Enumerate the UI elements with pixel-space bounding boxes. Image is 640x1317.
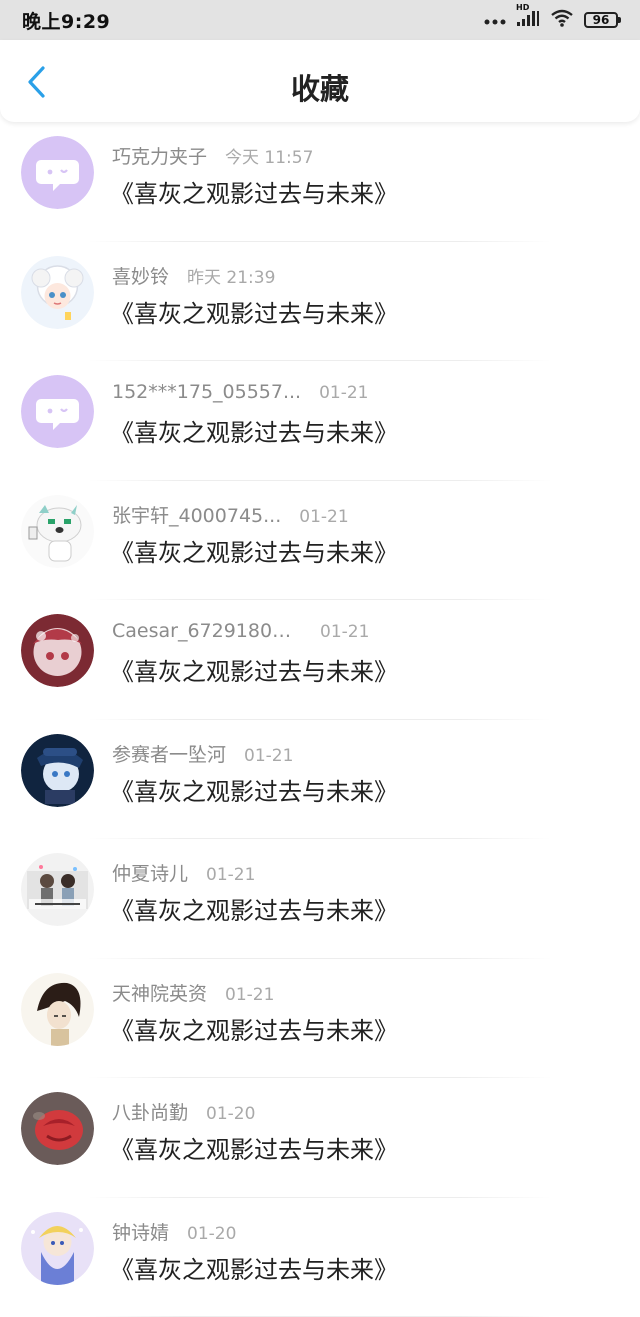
avatar[interactable]	[21, 495, 94, 568]
item-meta: 参赛者一坠河 01-21	[112, 740, 293, 767]
list-item[interactable]: 张宇轩_4000745... 01-21 《喜灰之观影过去与未来》	[0, 481, 640, 601]
username[interactable]: 八卦尚勤	[112, 1098, 188, 1125]
book-title-link[interactable]: 《喜灰之观影过去与未来》	[110, 174, 398, 209]
page-title: 收藏	[0, 66, 640, 108]
list-item[interactable]: 巧克力夹子今天 11:57 《喜灰之观影过去与未来》	[0, 122, 640, 242]
list-item[interactable]: Caesar_67291807... 01-21 《喜灰之观影过去与未来》	[0, 600, 640, 720]
book-title-link[interactable]: 《喜灰之观影过去与未来》	[110, 891, 398, 926]
item-meta: 八卦尚勤 01-20	[112, 1098, 255, 1125]
network-type: HD	[516, 3, 529, 12]
timestamp: 01-21	[225, 985, 274, 1005]
timestamp: 01-21	[206, 865, 255, 885]
timestamp: 昨天 21:39	[187, 263, 275, 288]
book-title-link[interactable]: 《喜灰之观影过去与未来》	[110, 413, 398, 448]
list-item[interactable]: 152***175_05557... 01-21 《喜灰之观影过去与未来》	[0, 361, 640, 481]
wifi-icon	[550, 9, 574, 31]
timestamp: 01-21	[244, 746, 293, 766]
avatar[interactable]	[21, 973, 94, 1046]
username[interactable]: 参赛者一坠河	[112, 740, 226, 767]
header-bar: 收藏	[0, 40, 640, 122]
list-item[interactable]: 喜妙铃昨天 21:39 《喜灰之观影过去与未来》	[0, 242, 640, 362]
username[interactable]: 巧克力夹子	[112, 142, 207, 169]
item-meta: 钟诗婧 01-20	[112, 1218, 236, 1245]
status-icons: HD 96	[484, 9, 618, 31]
avatar[interactable]	[21, 136, 94, 209]
timestamp: 01-21	[299, 507, 348, 527]
username[interactable]: 喜妙铃	[112, 262, 169, 289]
avatar[interactable]	[21, 734, 94, 807]
book-title-link[interactable]: 《喜灰之观影过去与未来》	[110, 1011, 398, 1046]
avatar[interactable]	[21, 256, 94, 329]
book-title-link[interactable]: 《喜灰之观影过去与未来》	[110, 1130, 398, 1165]
avatar[interactable]	[21, 1212, 94, 1285]
status-bar: 晚上9:29 HD 96	[0, 0, 640, 40]
username[interactable]: Caesar_67291807...	[112, 620, 302, 642]
item-meta: 张宇轩_4000745... 01-21	[112, 501, 349, 528]
username[interactable]: 张宇轩_4000745...	[112, 501, 281, 528]
list-item[interactable]: 八卦尚勤 01-20 《喜灰之观影过去与未来》	[0, 1078, 640, 1198]
list-item[interactable]: 仲夏诗儿 01-21 《喜灰之观影过去与未来》	[0, 839, 640, 959]
item-meta: 巧克力夹子今天 11:57	[112, 142, 313, 169]
item-meta: 喜妙铃昨天 21:39	[112, 262, 275, 289]
username[interactable]: 152***175_05557...	[112, 381, 301, 403]
timestamp: 01-21	[320, 622, 369, 642]
username[interactable]: 仲夏诗儿	[112, 859, 188, 886]
timestamp: 01-20	[206, 1104, 255, 1124]
favorites-list: 巧克力夹子今天 11:57《喜灰之观影过去与未来》喜妙铃昨天 21:39《喜灰之…	[0, 122, 640, 1317]
timestamp: 今天 11:57	[225, 143, 313, 168]
timestamp: 01-20	[187, 1224, 236, 1244]
book-title-link[interactable]: 《喜灰之观影过去与未来》	[110, 294, 398, 329]
avatar[interactable]	[21, 614, 94, 687]
username[interactable]: 天神院英资	[112, 979, 207, 1006]
book-title-link[interactable]: 《喜灰之观影过去与未来》	[110, 533, 398, 568]
avatar[interactable]	[21, 375, 94, 448]
status-time: 晚上9:29	[22, 7, 110, 34]
username[interactable]: 钟诗婧	[112, 1218, 169, 1245]
book-title-link[interactable]: 《喜灰之观影过去与未来》	[110, 1250, 398, 1285]
book-title-link[interactable]: 《喜灰之观影过去与未来》	[110, 652, 398, 687]
item-meta: 152***175_05557... 01-21	[112, 381, 369, 403]
item-meta: Caesar_67291807... 01-21	[112, 620, 369, 642]
timestamp: 01-21	[319, 383, 368, 403]
list-item[interactable]: 天神院英资 01-21 《喜灰之观影过去与未来》	[0, 959, 640, 1079]
list-item[interactable]: 参赛者一坠河 01-21 《喜灰之观影过去与未来》	[0, 720, 640, 840]
battery-icon: 96	[584, 12, 618, 28]
book-title-link[interactable]: 《喜灰之观影过去与未来》	[110, 772, 398, 807]
list-item[interactable]: 钟诗婧 01-20 《喜灰之观影过去与未来》	[0, 1198, 640, 1317]
more-dots-icon	[484, 11, 506, 30]
signal-icon: HD	[516, 9, 540, 31]
avatar[interactable]	[21, 1092, 94, 1165]
avatar[interactable]	[21, 853, 94, 926]
item-meta: 天神院英资 01-21	[112, 979, 274, 1006]
item-meta: 仲夏诗儿 01-21	[112, 859, 255, 886]
